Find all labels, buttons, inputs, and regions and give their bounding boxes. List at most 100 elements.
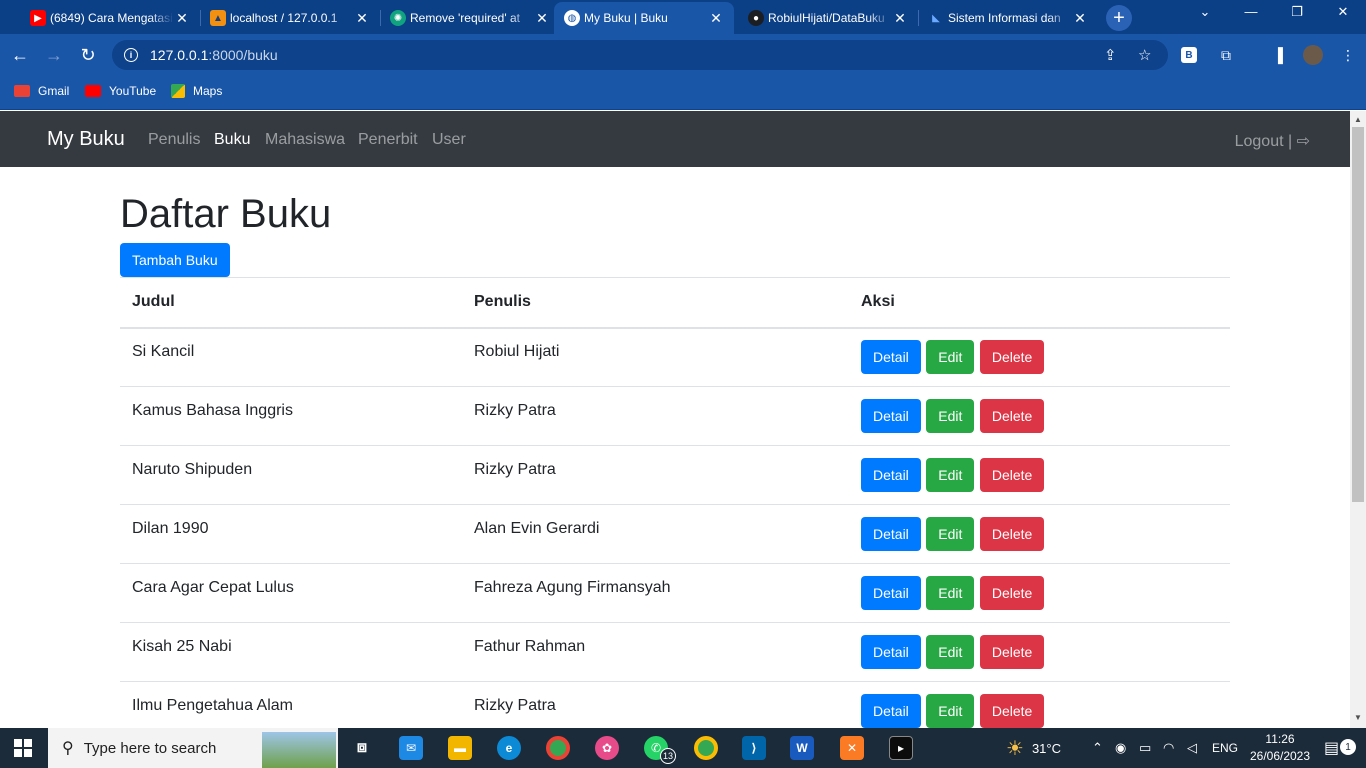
volume-icon[interactable]: ◁ bbox=[1187, 728, 1197, 768]
edit-button[interactable]: Edit bbox=[926, 576, 975, 610]
detail-button[interactable]: Detail bbox=[861, 458, 921, 492]
add-book-button[interactable]: Tambah Buku bbox=[120, 243, 230, 277]
detail-button[interactable]: Detail bbox=[861, 340, 921, 375]
profile-avatar[interactable] bbox=[1303, 45, 1323, 65]
chrome-profile-icon[interactable] bbox=[694, 736, 718, 760]
back-button[interactable]: ← bbox=[8, 43, 32, 67]
close-icon[interactable]: ✕ bbox=[1072, 10, 1088, 27]
mail-icon[interactable]: ✉ bbox=[399, 736, 423, 760]
close-icon[interactable]: ✕ bbox=[708, 10, 724, 27]
minimize-button[interactable]: — bbox=[1228, 4, 1274, 19]
task-view-icon[interactable]: ⧈ bbox=[350, 736, 374, 760]
close-icon[interactable]: ✕ bbox=[354, 10, 370, 27]
chevron-up-icon[interactable]: ⌃ bbox=[1092, 728, 1103, 768]
vscode-icon[interactable]: ⟩ bbox=[742, 736, 766, 760]
cell-penulis: Rizky Patra bbox=[462, 445, 849, 505]
nav-mahasiswa[interactable]: Mahasiswa bbox=[265, 131, 345, 149]
battery-icon[interactable]: ▭ bbox=[1139, 728, 1151, 768]
file-explorer-icon[interactable]: ▬ bbox=[448, 736, 472, 760]
edit-button[interactable]: Edit bbox=[926, 399, 975, 433]
cell-judul: Si Kancil bbox=[120, 327, 462, 387]
side-panel-icon[interactable]: ▐ bbox=[1269, 46, 1287, 64]
close-window-button[interactable]: ✕ bbox=[1320, 4, 1366, 20]
chrome-icon[interactable] bbox=[546, 736, 570, 760]
forward-button[interactable]: → bbox=[42, 43, 66, 67]
edit-button[interactable]: Edit bbox=[926, 517, 975, 551]
extension-badge-icon[interactable]: B bbox=[1181, 47, 1197, 63]
nav-penulis[interactable]: Penulis bbox=[148, 131, 200, 149]
phpmyadmin-icon: ▲ bbox=[210, 10, 226, 26]
close-icon[interactable]: ✕ bbox=[534, 10, 550, 27]
delete-button[interactable]: Delete bbox=[979, 340, 1045, 375]
edit-button[interactable]: Edit bbox=[926, 340, 975, 375]
language-indicator[interactable]: ENG bbox=[1212, 728, 1238, 768]
edit-button[interactable]: Edit bbox=[926, 694, 975, 728]
maximize-button[interactable]: ❐ bbox=[1274, 4, 1320, 20]
edit-button[interactable]: Edit bbox=[926, 635, 975, 669]
record-icon[interactable]: ◉ bbox=[1115, 728, 1126, 768]
nav-user[interactable]: User bbox=[432, 131, 466, 149]
wifi-icon[interactable]: ◠ bbox=[1163, 728, 1174, 768]
extensions-icon[interactable]: ⧉ bbox=[1217, 46, 1235, 64]
edge-icon[interactable]: e bbox=[497, 736, 521, 760]
browser-tab[interactable]: ▶ (6849) Cara Mengatasi ✕ bbox=[20, 2, 200, 34]
windows-start-icon[interactable] bbox=[14, 739, 32, 757]
browser-tab[interactable]: ● RobiulHijati/DataBuku ✕ bbox=[738, 2, 918, 34]
site-info-icon[interactable]: i bbox=[124, 48, 138, 62]
app-icon[interactable]: ✿ bbox=[595, 736, 619, 760]
close-icon[interactable]: ✕ bbox=[174, 10, 190, 27]
notification-icon[interactable]: ▤ bbox=[1324, 728, 1339, 768]
bookmark-maps[interactable]: Maps bbox=[171, 84, 222, 98]
detail-button[interactable]: Detail bbox=[861, 517, 921, 551]
table-row: Kisah 25 Nabi Fathur Rahman Detail Edit De… bbox=[120, 622, 1230, 682]
delete-button[interactable]: Delete bbox=[979, 576, 1045, 610]
edit-button[interactable]: Edit bbox=[926, 458, 975, 492]
weather-widget[interactable]: ☀ 31°C bbox=[1006, 728, 1061, 768]
tab-title: localhost / 127.0.0.1 bbox=[230, 11, 338, 25]
tab-search-icon[interactable]: ⌄ bbox=[1182, 4, 1228, 20]
xampp-icon[interactable]: ✕ bbox=[840, 736, 864, 760]
browser-tab-active[interactable]: ◍ My Buku | Buku ✕ bbox=[554, 2, 734, 34]
reload-button[interactable]: ↻ bbox=[76, 43, 100, 67]
delete-button[interactable]: Delete bbox=[979, 517, 1045, 551]
scrollbar-thumb[interactable] bbox=[1352, 127, 1364, 502]
delete-button[interactable]: Delete bbox=[979, 458, 1045, 492]
delete-button[interactable]: Delete bbox=[979, 399, 1045, 433]
terminal-icon[interactable]: ▸ bbox=[889, 736, 913, 760]
table-row: Cara Agar Cepat Lulus Fahreza Agung Firma… bbox=[120, 563, 1230, 623]
logout-link[interactable]: Logout | ⇨ bbox=[1235, 131, 1310, 151]
close-icon[interactable]: ✕ bbox=[892, 10, 908, 27]
table-row: Ilmu Pengetahua Alam Rizky Patra Detail Ed… bbox=[120, 681, 1230, 728]
brand-link[interactable]: My Buku bbox=[47, 128, 125, 151]
maps-icon bbox=[171, 84, 185, 98]
browser-tab[interactable]: ◣ Sistem Informasi dan ✕ bbox=[918, 2, 1098, 34]
scroll-down-arrow[interactable]: ▼ bbox=[1354, 713, 1362, 722]
cell-aksi: Detail Edit Delete bbox=[849, 681, 1230, 728]
address-bar[interactable]: i 127.0.0.1:8000/buku ⇪ ☆ bbox=[112, 40, 1168, 70]
detail-button[interactable]: Detail bbox=[861, 694, 921, 728]
detail-button[interactable]: Detail bbox=[861, 399, 921, 433]
bookmark-gmail[interactable]: Gmail bbox=[14, 84, 69, 98]
bookmark-star-icon[interactable]: ☆ bbox=[1138, 46, 1151, 64]
word-icon[interactable]: W bbox=[790, 736, 814, 760]
cell-aksi: Detail Edit Delete bbox=[849, 327, 1230, 387]
delete-button[interactable]: Delete bbox=[979, 635, 1045, 669]
share-icon[interactable]: ⇪ bbox=[1104, 46, 1117, 64]
page-scrollbar[interactable]: ▲ ▼ bbox=[1350, 111, 1366, 728]
bookmark-youtube[interactable]: YouTube bbox=[85, 84, 156, 98]
cell-penulis: Fathur Rahman bbox=[462, 622, 849, 682]
cell-aksi: Detail Edit Delete bbox=[849, 504, 1230, 564]
nav-buku[interactable]: Buku bbox=[214, 131, 250, 149]
system-clock[interactable]: 11:26 26/06/2023 bbox=[1248, 731, 1312, 765]
delete-button[interactable]: Delete bbox=[979, 694, 1045, 728]
menu-icon[interactable]: ⋮ bbox=[1339, 46, 1357, 64]
nav-penerbit[interactable]: Penerbit bbox=[358, 131, 418, 149]
cell-judul: Cara Agar Cepat Lulus bbox=[120, 563, 462, 623]
browser-tab[interactable]: ✺ Remove 'required' at ✕ bbox=[380, 2, 560, 34]
detail-button[interactable]: Detail bbox=[861, 635, 921, 669]
new-tab-button[interactable]: + bbox=[1106, 5, 1132, 31]
browser-tab[interactable]: ▲ localhost / 127.0.0.1 ✕ bbox=[200, 2, 380, 34]
scroll-up-arrow[interactable]: ▲ bbox=[1354, 115, 1362, 124]
detail-button[interactable]: Detail bbox=[861, 576, 921, 610]
cell-aksi: Detail Edit Delete bbox=[849, 445, 1230, 505]
